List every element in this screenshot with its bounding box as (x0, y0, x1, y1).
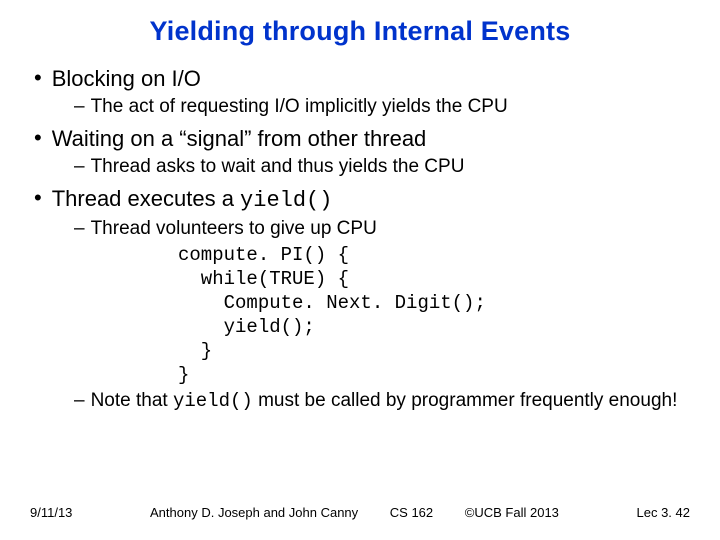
footer-course: CS 162 (390, 505, 433, 520)
sub-text-suffix: must be called by programmer frequently … (253, 390, 678, 411)
sub-text-prefix: Note that (91, 390, 173, 411)
bullet-text-code: yield() (240, 188, 332, 213)
footer-center: Anthony D. Joseph and John Canny CS 162 … (72, 505, 636, 520)
footer: 9/11/13 Anthony D. Joseph and John Canny… (0, 505, 720, 520)
footer-copyright: ©UCB Fall 2013 (465, 505, 559, 520)
sub-item: – Note that yield() must be called by pr… (74, 389, 690, 413)
bullet-text: Blocking on I/O (52, 65, 201, 93)
bullet-item: • Thread executes a yield() – Thread vol… (34, 185, 690, 413)
sub-item: – Thread volunteers to give up CPU (74, 217, 690, 241)
bullet-list: • Blocking on I/O – The act of requestin… (30, 65, 690, 413)
dash-icon: – (74, 217, 85, 241)
bullet-text-prefix: Thread executes a (52, 186, 240, 211)
footer-authors: Anthony D. Joseph and John Canny (150, 505, 358, 520)
dash-icon: – (74, 95, 85, 119)
sub-text-code: yield() (173, 390, 253, 412)
sub-text: Thread volunteers to give up CPU (91, 217, 377, 241)
bullet-item: • Waiting on a “signal” from other threa… (34, 125, 690, 179)
bullet-icon: • (34, 65, 42, 91)
dash-icon: – (74, 389, 85, 413)
footer-date: 9/11/13 (30, 505, 72, 520)
sub-text: The act of requesting I/O implicitly yie… (91, 95, 508, 119)
bullet-icon: • (34, 125, 42, 151)
bullet-text: Thread executes a yield() (52, 185, 333, 215)
code-block: compute. PI() { while(TRUE) { Compute. N… (74, 243, 690, 387)
slide: Yielding through Internal Events • Block… (0, 0, 720, 540)
dash-icon: – (74, 155, 85, 179)
bullet-text: Waiting on a “signal” from other thread (52, 125, 427, 153)
sub-text: Thread asks to wait and thus yields the … (91, 155, 465, 179)
sub-item: – Thread asks to wait and thus yields th… (74, 155, 690, 179)
sub-text: Note that yield() must be called by prog… (91, 389, 678, 413)
sub-item: – The act of requesting I/O implicitly y… (74, 95, 690, 119)
footer-lec: Lec 3. 42 (637, 505, 691, 520)
bullet-icon: • (34, 185, 42, 211)
bullet-item: • Blocking on I/O – The act of requestin… (34, 65, 690, 119)
slide-title: Yielding through Internal Events (30, 16, 690, 47)
